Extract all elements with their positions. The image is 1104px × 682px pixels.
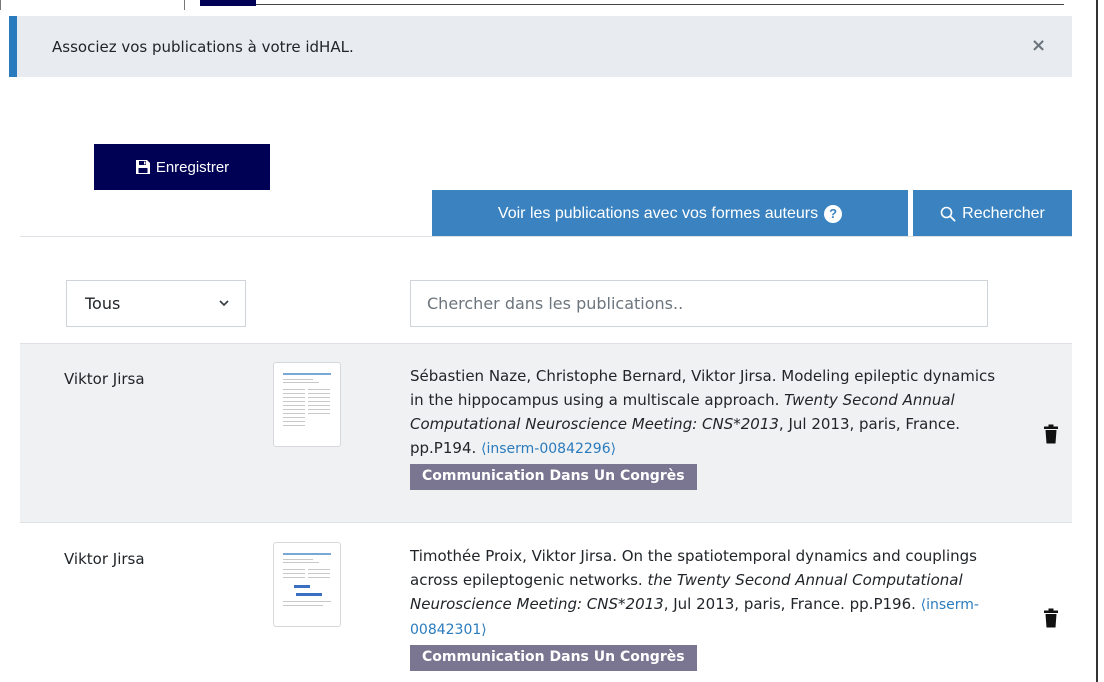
trash-icon[interactable]	[1043, 608, 1059, 628]
hal-id-link[interactable]: ⟨inserm-00842296⟩	[481, 441, 616, 457]
publication-row: Viktor Jirsa Timothée Proix, Viktor Jirs…	[20, 524, 1072, 682]
thumb-line	[283, 401, 305, 402]
thumb-line	[308, 405, 330, 406]
thumb-line	[283, 573, 305, 574]
thumb-line	[283, 601, 331, 602]
author-name: Viktor Jirsa	[64, 370, 145, 388]
thumb-line	[283, 397, 305, 398]
publication-search-input[interactable]	[410, 280, 988, 327]
thumb-line	[283, 373, 331, 375]
citation: Sébastien Naze, Christophe Bernard, Vikt…	[410, 364, 1010, 490]
page-right-border	[1096, 0, 1098, 682]
question-circle-icon[interactable]: ?	[824, 204, 843, 223]
frame-line-mid	[184, 0, 185, 10]
thumb-line	[283, 393, 305, 394]
thumb-line	[283, 379, 313, 380]
view-author-forms-label: Voir les publications avec vos formes au…	[497, 204, 819, 222]
thumb-line	[308, 397, 330, 398]
thumb-line	[283, 577, 305, 578]
thumb-line	[283, 382, 319, 383]
frame-line-left	[0, 0, 1, 10]
citation-details: , Jul 2013, paris, France. pp.P196.	[663, 595, 921, 613]
alert-close-button[interactable]: ×	[1031, 36, 1046, 56]
save-button-label: Enregistrer	[155, 158, 230, 176]
thumb-line	[308, 569, 330, 570]
thumb-line	[308, 389, 330, 390]
document-type-badge: Communication Dans Un Congrès	[410, 645, 697, 671]
active-tab-indicator[interactable]	[200, 0, 256, 6]
tab-baseline	[256, 4, 1064, 5]
filter-select-value: Tous	[85, 294, 121, 313]
alert-message: Associez vos publications à votre idHAL.	[52, 38, 354, 56]
save-button[interactable]: Enregistrer	[94, 144, 270, 190]
thumb-line	[283, 562, 319, 563]
publication-row: Viktor Jirsa Sébastien Naze, Christophe …	[20, 343, 1072, 523]
thumb-line	[283, 417, 305, 418]
thumb-line	[283, 421, 305, 422]
thumb-line	[308, 577, 330, 578]
thumb-line	[283, 425, 305, 426]
filter-select[interactable]: Tous	[66, 280, 246, 327]
search-button-label: Rechercher	[962, 204, 1045, 222]
thumb-line	[308, 413, 330, 414]
search-button[interactable]: Rechercher	[913, 190, 1072, 237]
thumb-line	[283, 605, 323, 606]
document-type-badge: Communication Dans Un Congrès	[410, 464, 697, 490]
top-strip	[0, 0, 1104, 682]
thumb-line	[283, 409, 305, 410]
document-thumbnail[interactable]	[273, 362, 341, 447]
thumb-line	[308, 409, 330, 410]
thumb-line	[283, 413, 305, 414]
thumb-figure	[294, 585, 310, 588]
thumb-line	[283, 389, 305, 390]
thumb-line	[308, 573, 330, 574]
thumb-line	[283, 553, 331, 555]
view-author-forms-button[interactable]: Voir les publications avec vos formes au…	[432, 190, 908, 237]
trash-icon[interactable]	[1043, 424, 1059, 444]
floppy-disk-icon	[135, 160, 150, 174]
citation: Timothée Proix, Viktor Jirsa. On the spa…	[410, 544, 1010, 671]
document-thumbnail[interactable]	[273, 542, 341, 627]
toolbar-separator	[20, 236, 1072, 237]
thumb-line	[308, 401, 330, 402]
author-name: Viktor Jirsa	[64, 550, 145, 568]
thumb-line	[283, 559, 313, 560]
thumb-line	[308, 393, 330, 394]
thumb-line	[283, 569, 305, 570]
thumb-line	[283, 405, 305, 406]
thumb-figure	[296, 593, 322, 596]
search-icon	[940, 206, 956, 222]
chevron-down-icon	[219, 300, 229, 307]
